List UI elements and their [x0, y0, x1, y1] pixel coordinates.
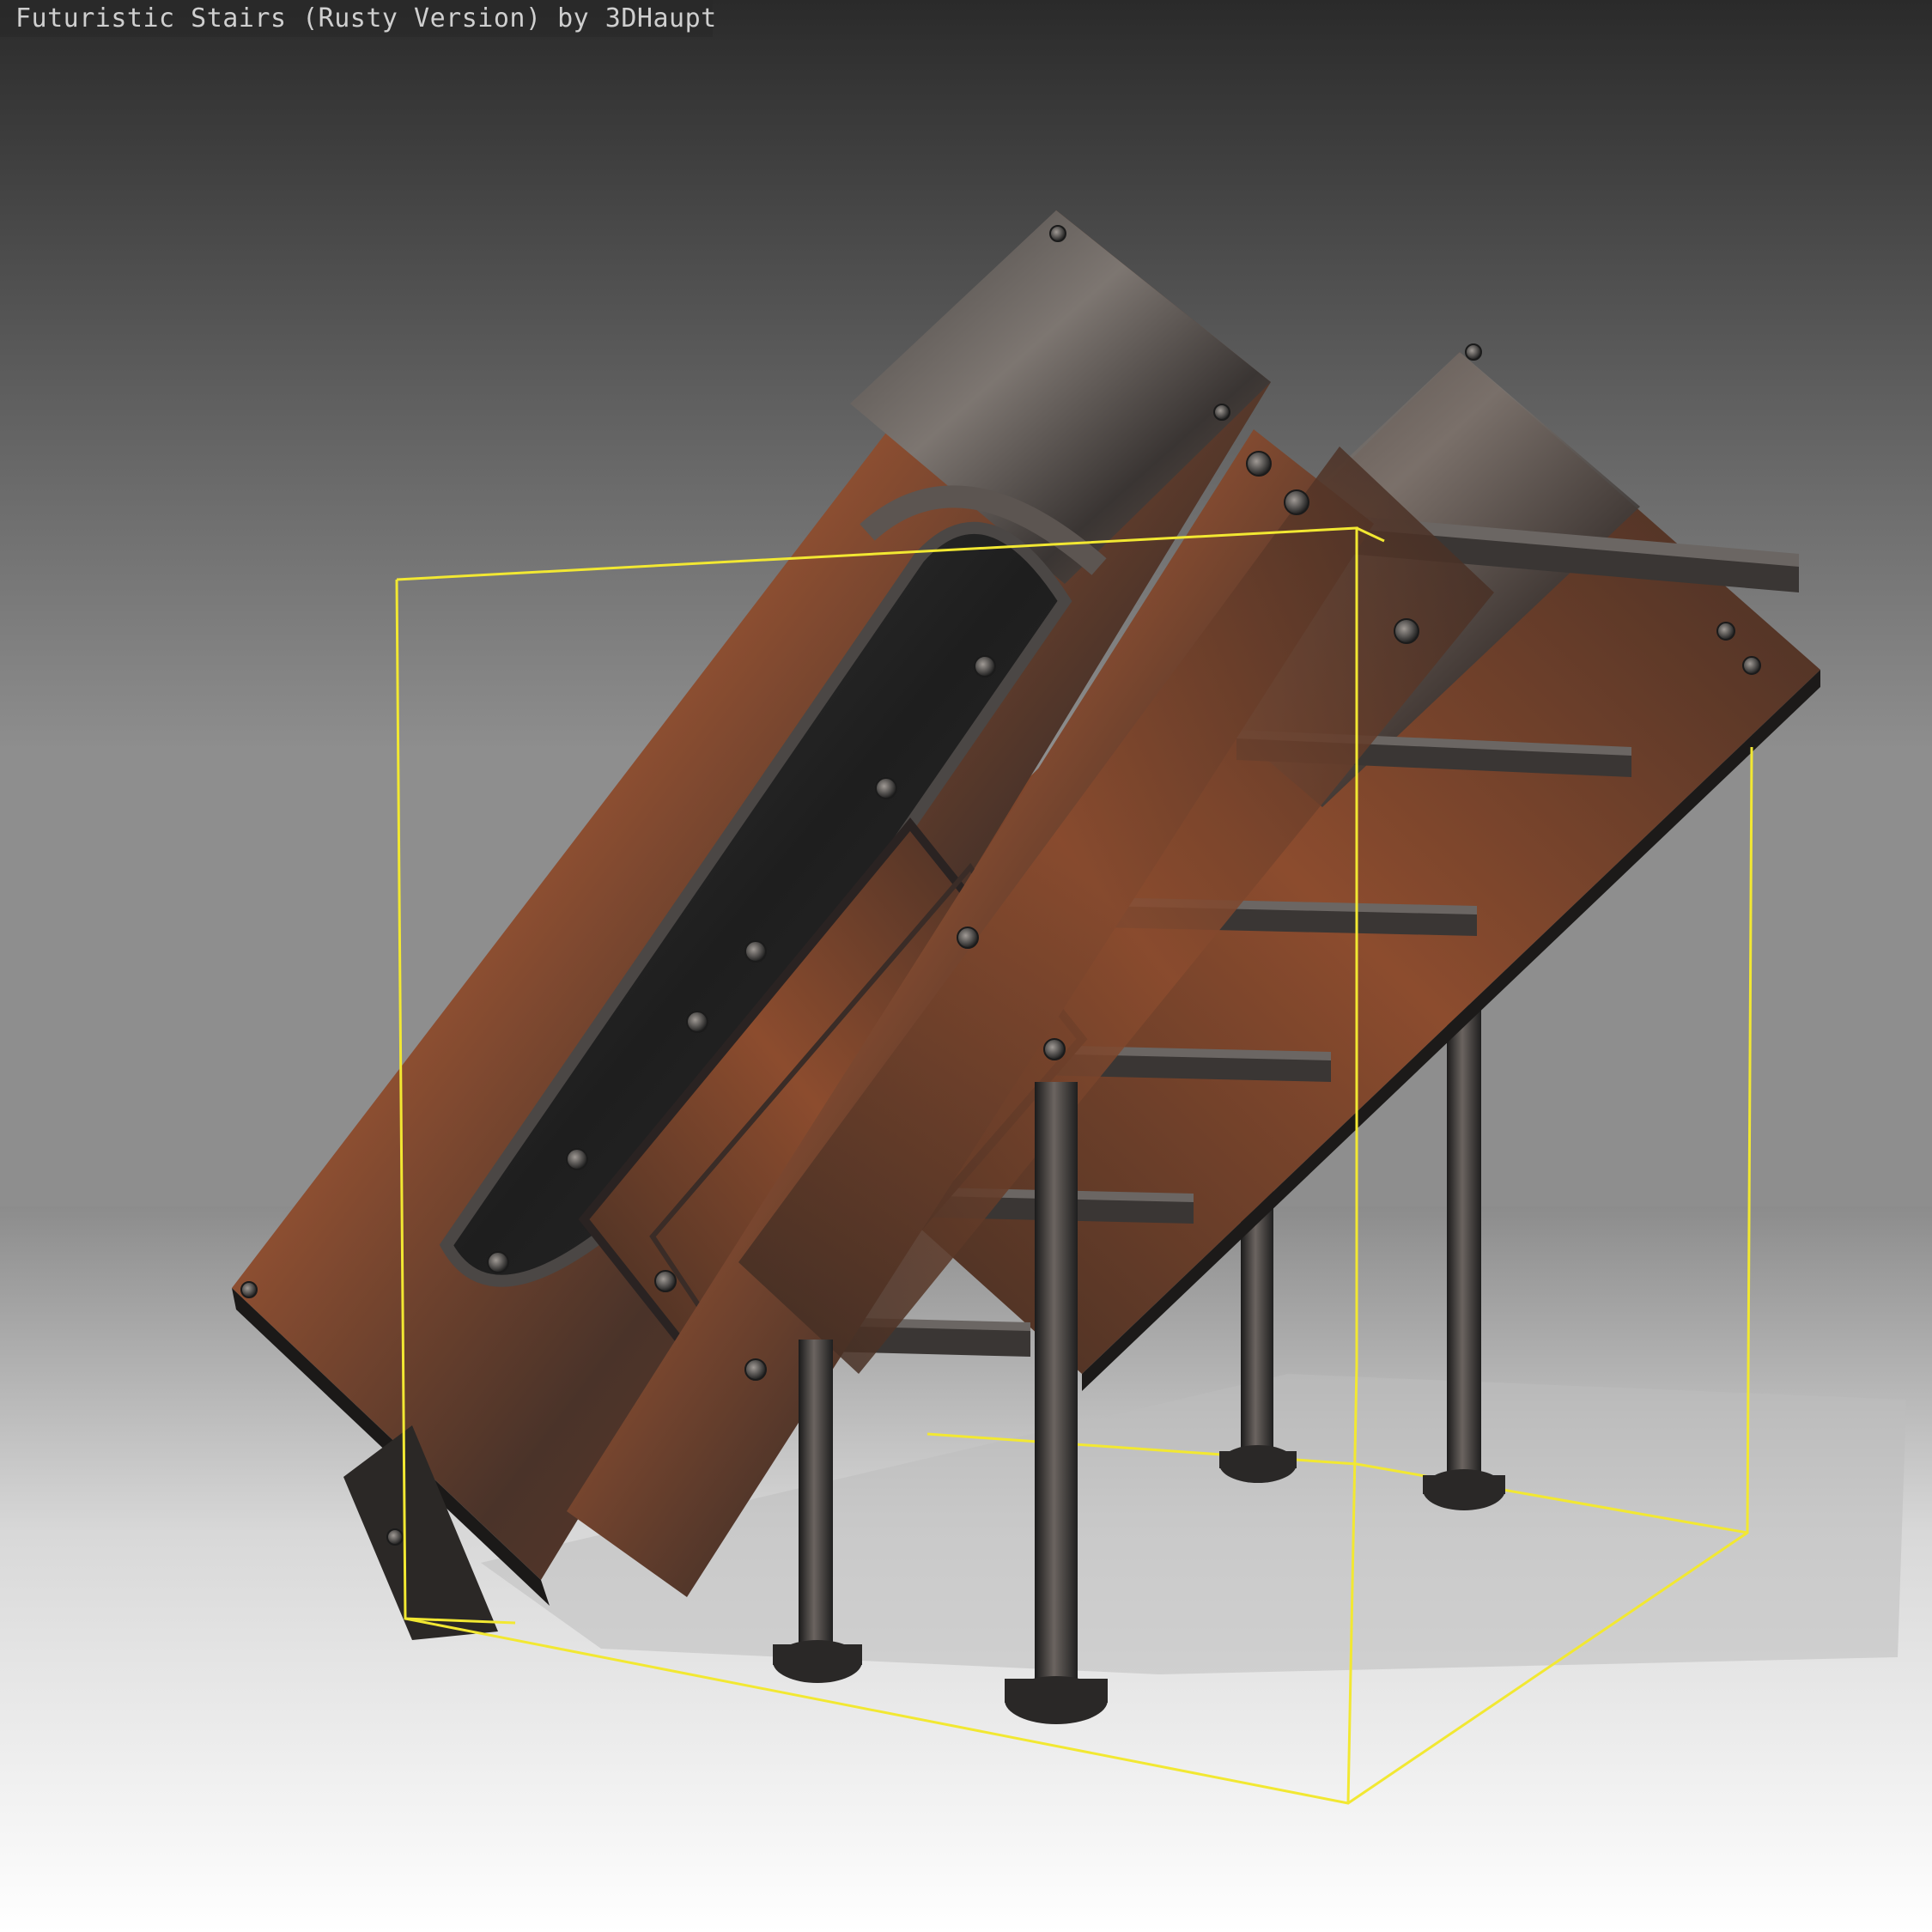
viewport-canvas[interactable]	[0, 0, 1932, 1932]
3d-viewport[interactable]: Futuristic Stairs (Rusty Version) by 3DH…	[0, 0, 1932, 1932]
viewer-title: Futuristic Stairs (Rusty Version) by 3DH…	[0, 0, 716, 37]
